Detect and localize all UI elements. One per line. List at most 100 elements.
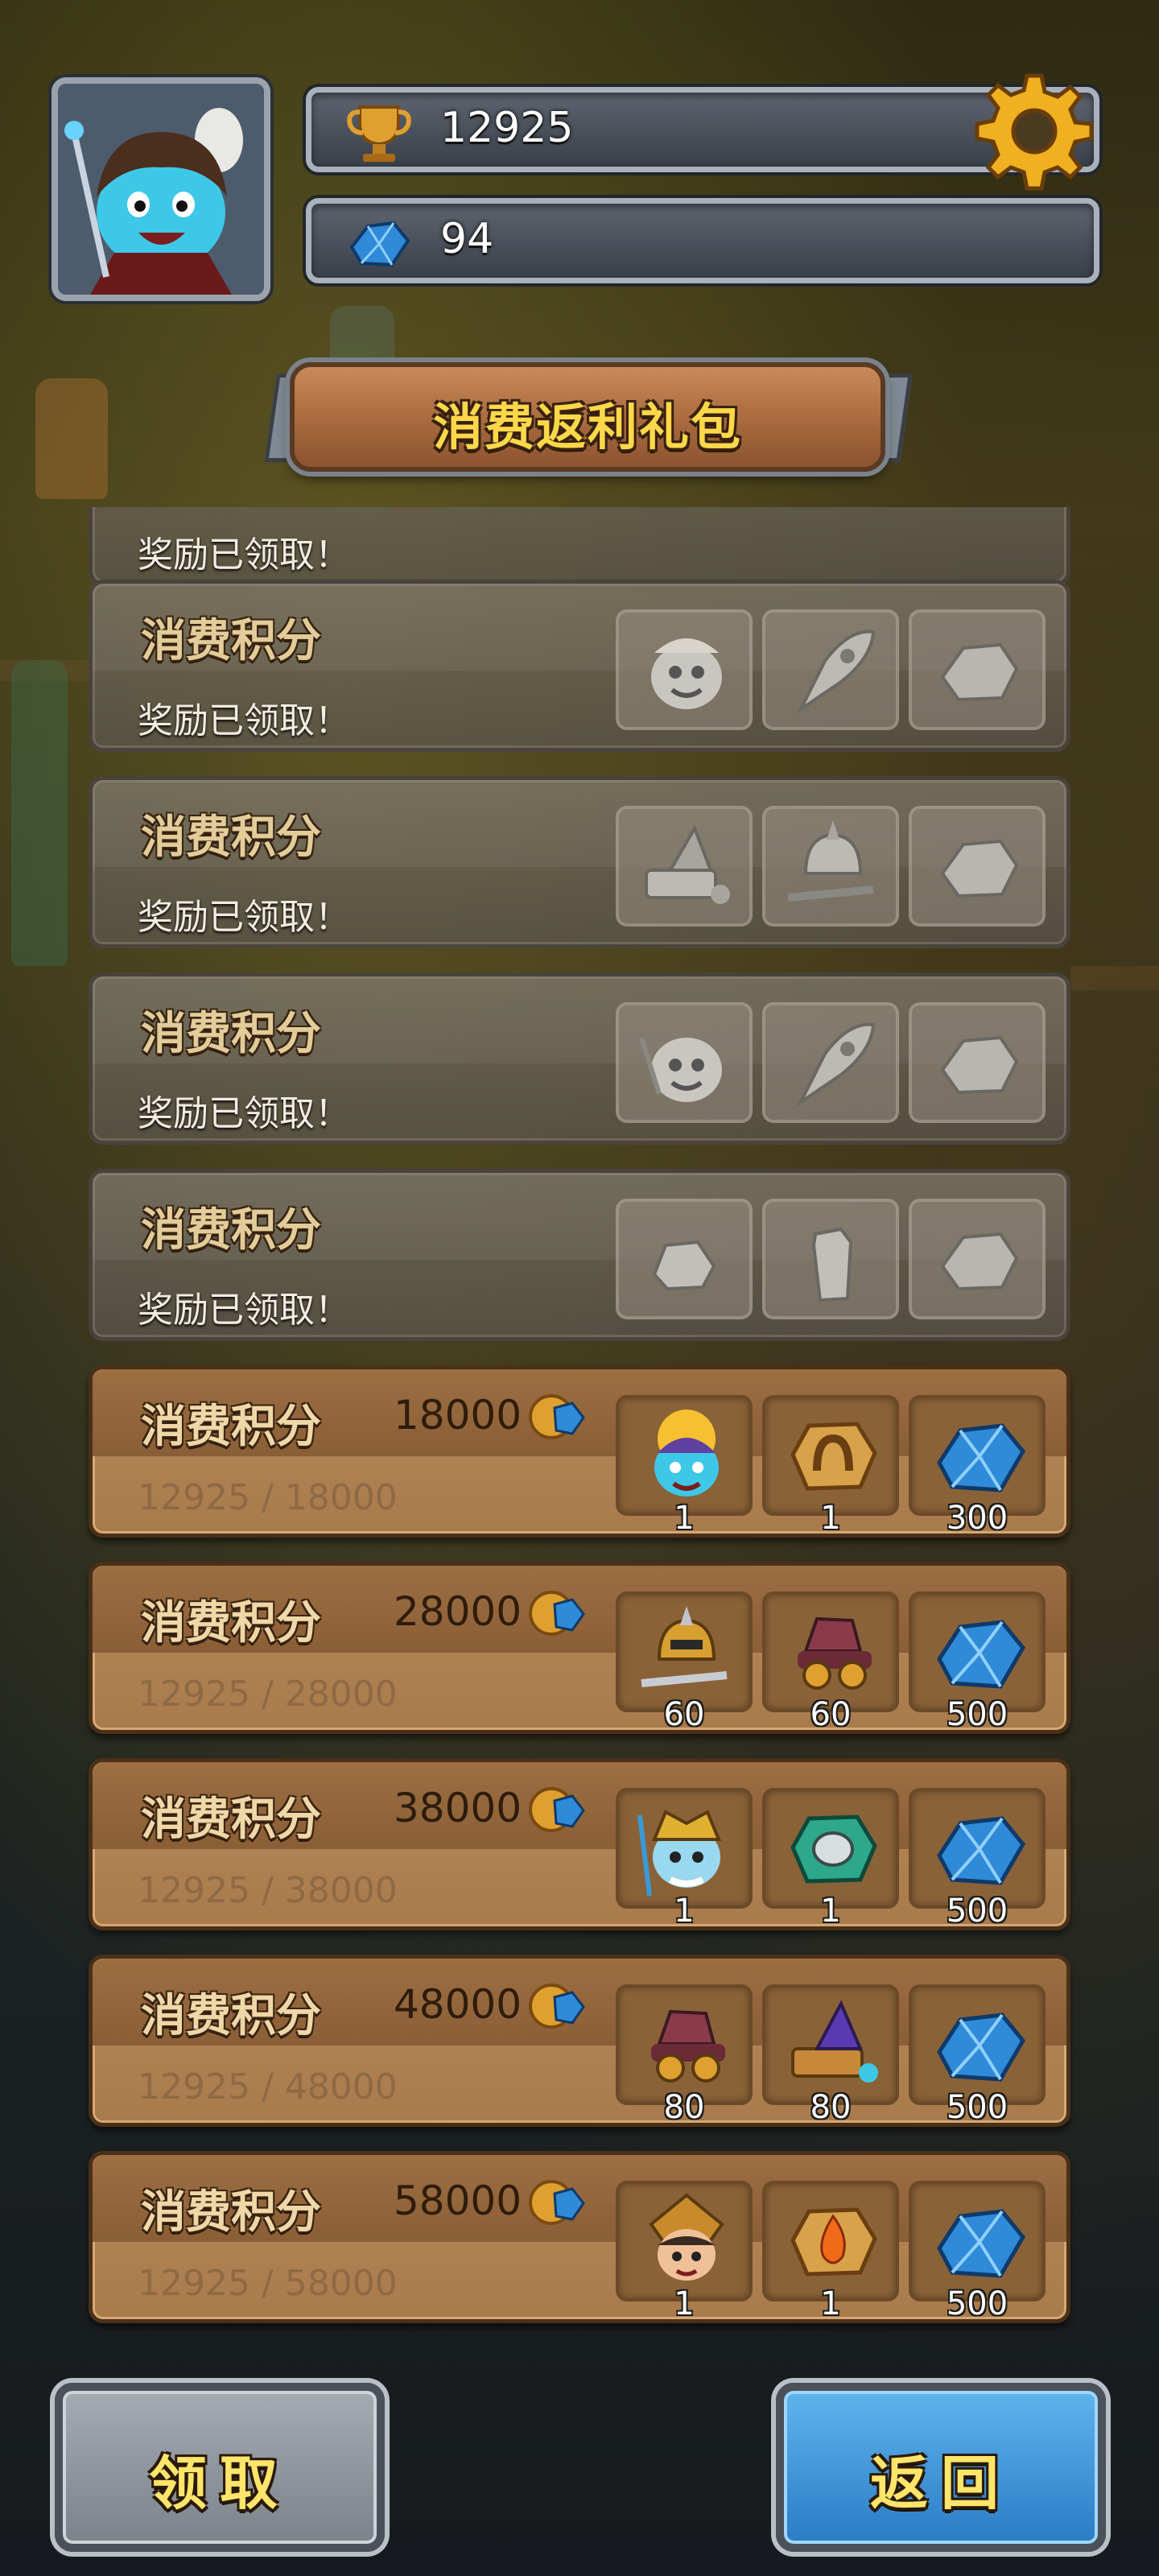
settings-gear-icon[interactable]	[974, 71, 1095, 192]
row-status: 奖励已领取！	[138, 1290, 350, 1331]
coin-gem-icon	[529, 1591, 585, 1636]
spellbook-icon	[645, 824, 730, 904]
sun-hero-icon	[654, 1410, 719, 1496]
row-title: 消费积分	[141, 1204, 321, 1257]
reward-slot[interactable]: 300	[909, 1395, 1046, 1537]
row-status: 奖励已领取！	[138, 535, 350, 576]
goggles-hat-icon	[651, 2009, 725, 2083]
reward-row-48000[interactable]: 消费积分 48000 12925 / 48000 80 80 500	[89, 1955, 1070, 2127]
gem-bar: 94	[306, 198, 1099, 283]
rocket-icon	[796, 630, 876, 714]
reward-slot	[616, 806, 753, 927]
reward-slot	[909, 609, 1046, 730]
row-title: 消费积分	[141, 811, 321, 864]
hero-icon	[651, 638, 722, 709]
row-target-points: 18000	[394, 1392, 522, 1439]
reward-slot[interactable]: 500	[909, 2181, 1046, 2322]
row-progress: 12925 / 18000	[138, 1477, 398, 1518]
gem-count: 94	[440, 215, 494, 263]
reward-row-18000[interactable]: 消费积分 18000 12925 / 18000 1 1 300	[89, 1365, 1070, 1538]
reward-list[interactable]: 奖励已领取！ 消费积分 奖励已领取！ 消费积分 奖励已领取！ 消费积分 奖励已领…	[0, 507, 1159, 2351]
rocket-icon	[796, 1022, 876, 1107]
row-progress: 12925 / 38000	[138, 1870, 398, 1911]
claim-button[interactable]: 领取	[55, 2383, 385, 2552]
ore-icon	[940, 839, 1019, 898]
row-target-points: 38000	[394, 1785, 522, 1831]
avatar-portrait-icon	[58, 84, 264, 295]
reward-slot[interactable]: 500	[909, 1591, 1046, 1733]
reward-qty: 1	[820, 2285, 841, 2322]
reward-slot[interactable]: 1	[762, 2181, 899, 2322]
trophy-count: 12925	[440, 104, 574, 152]
fire-medal-icon	[790, 2207, 877, 2277]
crystal-pillar-icon	[811, 1227, 853, 1302]
reward-qty: 500	[946, 2285, 1008, 2322]
row-status: 奖励已领取！	[138, 700, 350, 741]
reward-slot	[762, 1002, 899, 1123]
reward-row-28000[interactable]: 消费积分 28000 12925 / 28000 60 60 500	[89, 1562, 1070, 1734]
reward-slot[interactable]: 1	[616, 2181, 753, 2322]
row-progress: 12925 / 28000	[138, 1674, 398, 1715]
row-status: 奖励已领取！	[138, 897, 350, 938]
reward-slot	[616, 1199, 753, 1319]
blue-gem-icon	[937, 2209, 1026, 2278]
reward-row-58000[interactable]: 消费积分 58000 12925 / 58000 1 1 500	[89, 2151, 1070, 2323]
helmet-sword-icon	[641, 1606, 728, 1687]
reward-qty: 80	[810, 2089, 852, 2126]
coin-gem-icon	[529, 1787, 585, 1832]
trophy-icon	[347, 105, 411, 162]
reward-row-38000[interactable]: 消费积分 38000 12925 / 38000 1 1 500	[89, 1758, 1070, 1930]
green-medal-icon	[790, 1814, 877, 1884]
row-target-points: 58000	[394, 2178, 522, 2224]
reward-slot[interactable]: 60	[616, 1591, 753, 1733]
player-avatar[interactable]	[52, 77, 270, 301]
horseshoe-medal-icon	[790, 1422, 877, 1491]
reward-slot[interactable]: 60	[762, 1591, 899, 1733]
blue-gem-icon	[937, 1620, 1026, 1689]
reward-slot[interactable]: 80	[616, 1984, 753, 2126]
goggles-hat-icon	[798, 1616, 872, 1690]
coin-gem-icon	[529, 1394, 585, 1439]
reward-slot[interactable]: 1	[616, 1395, 753, 1537]
row-title: 消费积分	[141, 615, 321, 667]
warrior-hero-icon	[649, 2193, 724, 2281]
reward-slot	[909, 1002, 1046, 1123]
reward-row-claimed: 消费积分 奖励已领取！	[89, 580, 1070, 752]
title-banner: 消费返利礼包	[290, 362, 885, 472]
coin-gem-icon	[529, 2180, 585, 2225]
reward-slot[interactable]: 1	[762, 1788, 899, 1930]
reward-slot	[616, 609, 753, 730]
blue-gem-icon	[937, 1423, 1026, 1492]
row-title: 消费积分	[141, 1008, 321, 1060]
reward-row-claimed: 消费积分 奖励已领取！	[89, 972, 1070, 1145]
reward-slot[interactable]: 1	[616, 1788, 753, 1930]
reward-row-claimed-partial: 奖励已领取！	[89, 507, 1070, 586]
page-title: 消费返利礼包	[432, 398, 742, 456]
claim-button-label: 领取	[148, 2450, 291, 2517]
row-target-points: 28000	[394, 1588, 522, 1635]
bg-bottle-1	[35, 378, 108, 499]
hero-icon	[639, 1037, 722, 1102]
reward-qty: 1	[674, 1893, 695, 1930]
reward-slot	[762, 806, 899, 927]
reward-slot[interactable]: 500	[909, 1788, 1046, 1930]
reward-slot	[909, 806, 1046, 927]
reward-row-claimed: 消费积分 奖励已领取！	[89, 1169, 1070, 1341]
reward-qty: 80	[663, 2089, 705, 2126]
reward-row-claimed: 消费积分 奖励已领取！	[89, 776, 1070, 948]
reward-slot[interactable]: 500	[909, 1984, 1046, 2126]
reward-slot[interactable]: 1	[762, 1395, 899, 1537]
reward-slot	[616, 1002, 753, 1123]
blue-gem-icon	[937, 1816, 1026, 1885]
reward-slot[interactable]: 80	[762, 1984, 899, 2126]
reward-qty: 60	[810, 1696, 852, 1733]
ore-icon	[940, 642, 1019, 702]
back-button[interactable]: 返回	[776, 2383, 1106, 2552]
reward-slot	[909, 1199, 1046, 1319]
reward-qty: 1	[820, 1500, 841, 1537]
reward-qty: 300	[946, 1500, 1008, 1537]
reward-slot	[762, 609, 899, 730]
ore-icon	[940, 1232, 1019, 1291]
reward-qty: 60	[663, 1696, 705, 1733]
row-title: 消费积分	[141, 1401, 321, 1453]
